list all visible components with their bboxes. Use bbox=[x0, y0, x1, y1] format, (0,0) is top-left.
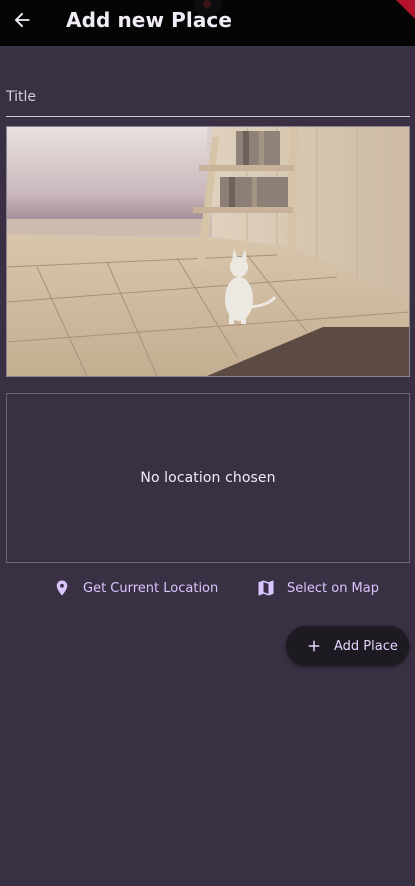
get-current-location-label: Get Current Location bbox=[83, 580, 219, 596]
arrow-back-icon bbox=[14, 12, 30, 28]
map-icon bbox=[256, 578, 276, 598]
location-preview: No location chosen bbox=[6, 393, 410, 563]
add-place-label: Add Place bbox=[334, 638, 398, 654]
select-on-map-button[interactable]: Select on Map bbox=[256, 574, 379, 602]
app-screen: Add new Place Title No location chosen G… bbox=[0, 0, 415, 886]
title-field[interactable] bbox=[6, 70, 410, 117]
no-location-text: No location chosen bbox=[140, 470, 276, 486]
image-preview[interactable] bbox=[6, 126, 410, 377]
plus-icon bbox=[304, 636, 324, 656]
add-place-button[interactable]: Add Place bbox=[286, 626, 409, 666]
room-with-cat-photo bbox=[7, 127, 409, 376]
title-input[interactable] bbox=[6, 70, 410, 116]
location-pin-icon bbox=[52, 578, 72, 598]
back-button[interactable] bbox=[8, 6, 36, 34]
select-on-map-label: Select on Map bbox=[287, 580, 379, 596]
get-current-location-button[interactable]: Get Current Location bbox=[52, 574, 218, 602]
app-bar: Add new Place bbox=[0, 0, 415, 46]
debug-banner bbox=[393, 0, 415, 23]
